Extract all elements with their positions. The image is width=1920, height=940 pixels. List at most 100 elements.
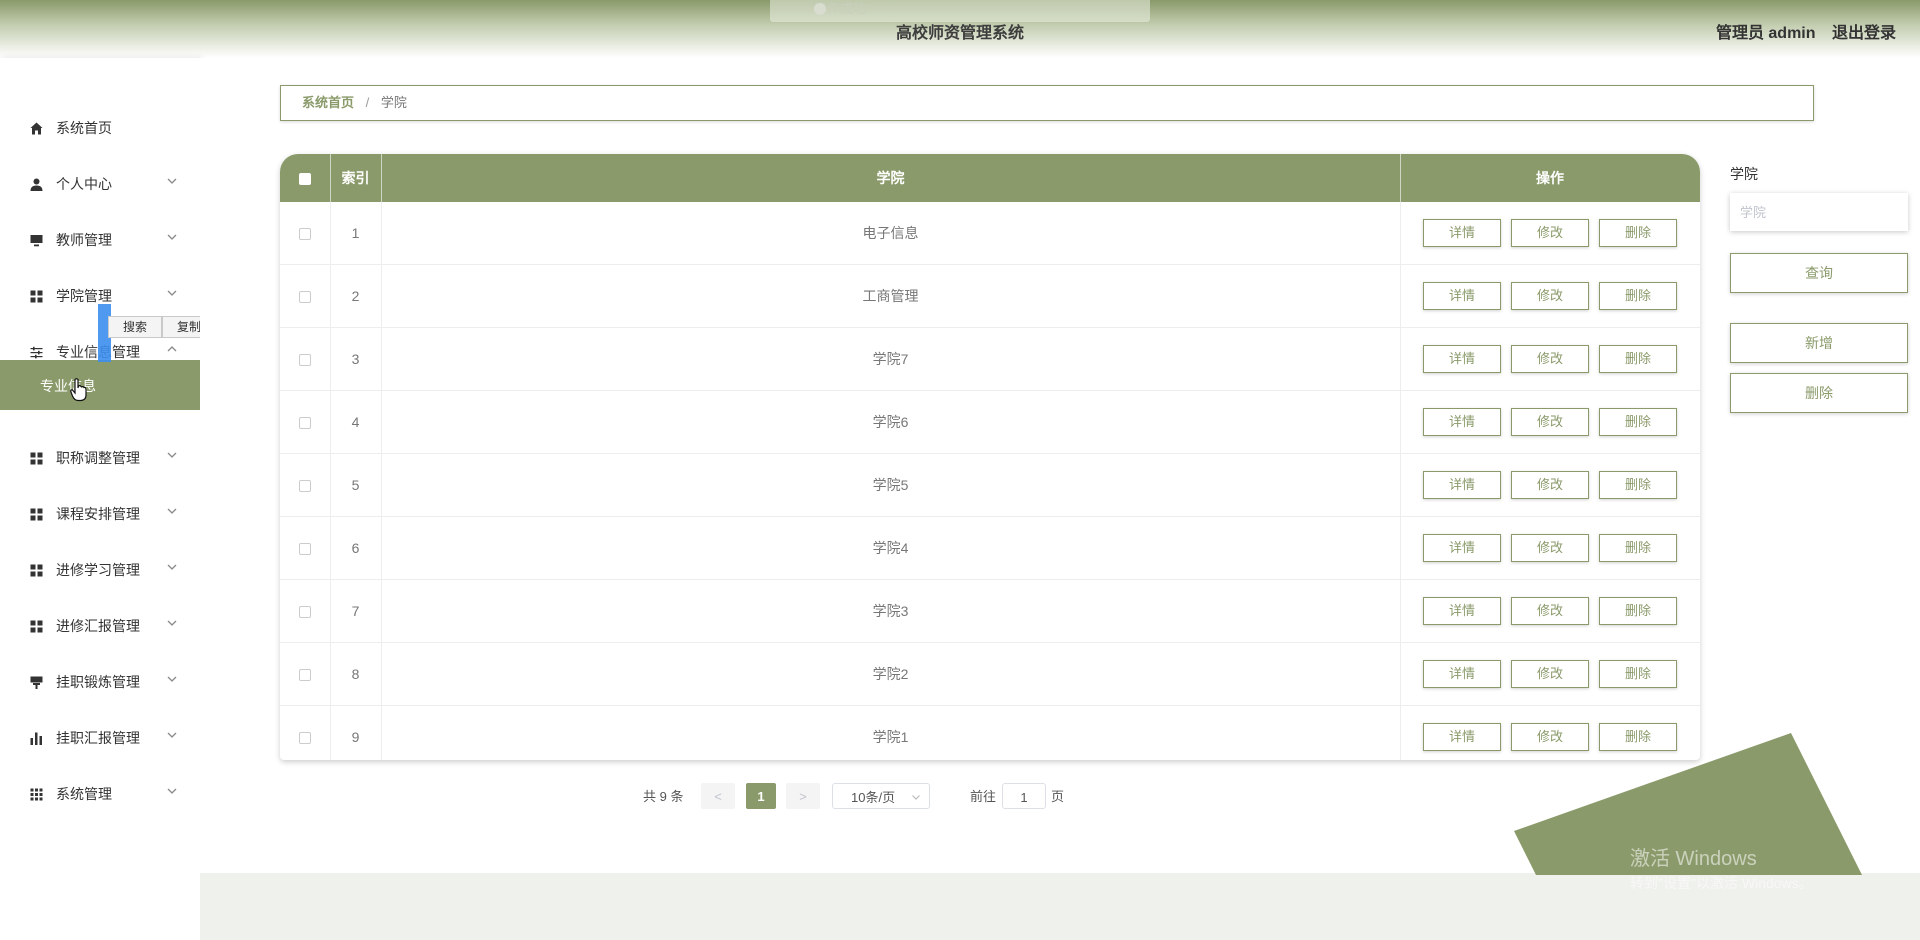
detail-button[interactable]: 详情: [1423, 408, 1501, 436]
sidebar-item-title-adjust[interactable]: 职称调整管理: [0, 438, 200, 478]
row-checkbox[interactable]: [298, 291, 311, 304]
delete-button[interactable]: 删除: [1599, 345, 1677, 373]
sidebar-item-study[interactable]: 进修学习管理: [0, 550, 200, 590]
cell-actions: 详情 修改 删除: [1400, 327, 1700, 391]
delete-button[interactable]: 删除: [1599, 471, 1677, 499]
delete-button[interactable]: 删除: [1599, 282, 1677, 310]
sidebar-item-system[interactable]: 系统管理: [0, 774, 200, 814]
edit-button[interactable]: 修改: [1511, 345, 1589, 373]
row-checkbox[interactable]: [298, 228, 311, 241]
pagination-goto-label: 前往: [970, 789, 997, 804]
row-checkbox[interactable]: [298, 417, 311, 430]
edit-button[interactable]: 修改: [1511, 597, 1589, 625]
cell-actions: 详情 修改 删除: [1400, 453, 1700, 517]
delete-button[interactable]: 删除: [1599, 408, 1677, 436]
sidebar-item-teachers[interactable]: 教师管理: [0, 220, 200, 260]
cell-index: 3: [330, 327, 382, 391]
add-button[interactable]: 新增: [1730, 323, 1908, 363]
grid-icon: [30, 290, 43, 303]
cell-actions: 详情 修改 删除: [1400, 264, 1700, 328]
delete-button[interactable]: 删除: [1599, 219, 1677, 247]
sidebar-item-label: 系统首页: [56, 120, 112, 136]
cell-college: 电子信息: [381, 202, 1401, 265]
breadcrumb-current: 学院: [380, 95, 407, 110]
cell-college: 学院6: [381, 390, 1401, 454]
column-header-college: 学院: [381, 154, 1401, 202]
logout-link[interactable]: 退出登录: [1832, 25, 1896, 42]
pagination-prev-button[interactable]: <: [701, 783, 735, 809]
sidebar-item-courses[interactable]: 课程安排管理: [0, 494, 200, 534]
delete-button[interactable]: 删除: [1599, 660, 1677, 688]
popup-search-button[interactable]: 搜索: [108, 316, 162, 338]
sidebar-item-label: 进修学习管理: [56, 562, 140, 578]
sidebar-item-label: 系统管理: [56, 786, 112, 802]
cell-index: 9: [330, 705, 382, 760]
pagination-next-button[interactable]: >: [786, 783, 820, 809]
detail-button[interactable]: 详情: [1423, 597, 1501, 625]
pagination-goto-input[interactable]: 1: [1002, 783, 1046, 809]
table-row: 7 学院3 详情 修改 删除: [280, 579, 1700, 643]
column-header-action: 操作: [1400, 154, 1700, 202]
user-name: 管理员 admin: [1715, 25, 1816, 42]
check-icon: [814, 3, 826, 15]
chevron-down-icon: [167, 452, 177, 458]
detail-button[interactable]: 详情: [1423, 471, 1501, 499]
table-row: 3 学院7 详情 修改 删除: [280, 327, 1700, 391]
edit-button[interactable]: 修改: [1511, 282, 1589, 310]
detail-button[interactable]: 详情: [1423, 660, 1501, 688]
edit-button[interactable]: 修改: [1511, 534, 1589, 562]
home-icon: [30, 122, 43, 135]
detail-button[interactable]: 详情: [1423, 723, 1501, 751]
sliders-icon: [30, 346, 43, 359]
breadcrumb-home-link[interactable]: 系统首页: [302, 95, 354, 110]
cell-actions: 详情 修改 删除: [1400, 642, 1700, 706]
edit-button[interactable]: 修改: [1511, 408, 1589, 436]
grid-icon: [30, 564, 43, 577]
data-table: 索引 学院 操作 1 电子信息 详情 修改 删除 2 工商管理 详情 修改 删除 3 学…: [280, 154, 1700, 760]
query-button[interactable]: 查询: [1730, 253, 1908, 293]
row-checkbox[interactable]: [298, 669, 311, 682]
sidebar-item-label: 挂职锻炼管理: [56, 674, 140, 690]
sidebar-item-label: 挂职汇报管理: [56, 730, 140, 746]
batch-delete-button[interactable]: 删除: [1730, 373, 1908, 413]
sidebar-item-label: 职称调整管理: [56, 450, 140, 466]
row-checkbox[interactable]: [298, 543, 311, 556]
pagination-page-1[interactable]: 1: [746, 783, 776, 809]
chevron-down-icon: [167, 676, 177, 682]
row-checkbox[interactable]: [298, 354, 311, 367]
bar-chart-icon: [30, 732, 42, 745]
detail-button[interactable]: 详情: [1423, 345, 1501, 373]
sidebar-item-home[interactable]: 系统首页: [0, 108, 200, 148]
edit-button[interactable]: 修改: [1511, 660, 1589, 688]
detail-button[interactable]: 详情: [1423, 282, 1501, 310]
detail-button[interactable]: 详情: [1423, 534, 1501, 562]
sidebar-subitem-major-info[interactable]: 专业信息: [0, 360, 200, 410]
sidebar-item-profile[interactable]: 个人中心: [0, 164, 200, 204]
page-size-select[interactable]: 10条/页: [832, 783, 930, 809]
cell-index: 2: [330, 264, 382, 328]
user-icon: [30, 178, 43, 191]
delete-button[interactable]: 删除: [1599, 534, 1677, 562]
sidebar-item-study-report[interactable]: 进修汇报管理: [0, 606, 200, 646]
grid-icon: [30, 452, 43, 465]
breadcrumb: 系统首页 / 学院: [280, 85, 1814, 121]
edit-button[interactable]: 修改: [1511, 219, 1589, 247]
chevron-down-icon: [167, 564, 177, 570]
row-select-cell: [280, 642, 331, 706]
watermark-line2: 转到"设置"以激活 Windows。: [1630, 875, 1813, 891]
breadcrumb-separator: /: [365, 95, 370, 110]
row-checkbox[interactable]: [298, 606, 311, 619]
edit-button[interactable]: 修改: [1511, 471, 1589, 499]
row-checkbox[interactable]: [298, 732, 311, 745]
grid-icon: [30, 508, 43, 521]
detail-button[interactable]: 详情: [1423, 219, 1501, 247]
delete-button[interactable]: 删除: [1599, 597, 1677, 625]
select-all-checkbox[interactable]: [298, 173, 311, 186]
cell-index: 8: [330, 642, 382, 706]
table-body: 1 电子信息 详情 修改 删除 2 工商管理 详情 修改 删除 3 学院7 详情 修改 删除…: [280, 202, 1700, 760]
sidebar-item-secondment-report[interactable]: 挂职汇报管理: [0, 718, 200, 758]
sidebar-item-secondment[interactable]: 挂职锻炼管理: [0, 662, 200, 702]
college-search-input[interactable]: [1730, 193, 1908, 231]
row-checkbox[interactable]: [298, 480, 311, 493]
row-select-cell: [280, 516, 331, 580]
